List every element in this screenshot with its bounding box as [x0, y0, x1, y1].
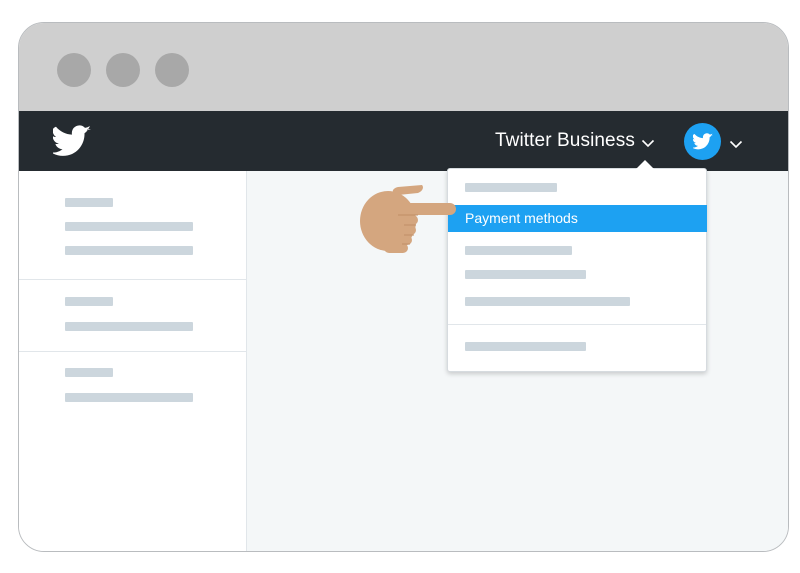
menu-divider [448, 324, 706, 325]
sidebar-section [19, 280, 246, 352]
menu-item-placeholder[interactable] [465, 246, 572, 255]
account-dropdown-menu: Payment methods [447, 160, 707, 372]
window-maximize-button[interactable] [155, 53, 189, 87]
placeholder-bar [65, 322, 193, 331]
chevron-down-icon[interactable] [641, 139, 655, 148]
placeholder-bar [65, 368, 113, 377]
menu-item-placeholder[interactable] [465, 342, 586, 351]
chevron-down-icon[interactable] [729, 140, 743, 149]
placeholder-bar [65, 297, 113, 306]
sidebar [19, 171, 247, 551]
account-switcher-label[interactable]: Twitter Business [495, 130, 635, 152]
dropdown-caret [636, 160, 654, 169]
menu-item-placeholder[interactable] [465, 183, 557, 192]
window-titlebar [19, 23, 788, 111]
avatar[interactable] [684, 123, 721, 160]
placeholder-bar [65, 393, 193, 402]
menu-item-placeholder[interactable] [465, 270, 586, 279]
twitter-bird-icon[interactable] [53, 125, 91, 157]
pointing-hand-icon [360, 185, 456, 253]
sidebar-section [19, 352, 246, 422]
menu-item-placeholder[interactable] [465, 297, 630, 306]
placeholder-bar [65, 198, 113, 207]
placeholder-bar [65, 246, 193, 255]
menu-item-payment-methods[interactable]: Payment methods [448, 205, 707, 232]
window-close-button[interactable] [57, 53, 91, 87]
placeholder-bar [65, 222, 193, 231]
window-minimize-button[interactable] [106, 53, 140, 87]
top-navbar: Twitter Business [19, 111, 788, 171]
browser-window: Twitter Business Payment methods [18, 22, 789, 552]
sidebar-section [19, 171, 246, 280]
twitter-bird-icon [692, 133, 713, 150]
